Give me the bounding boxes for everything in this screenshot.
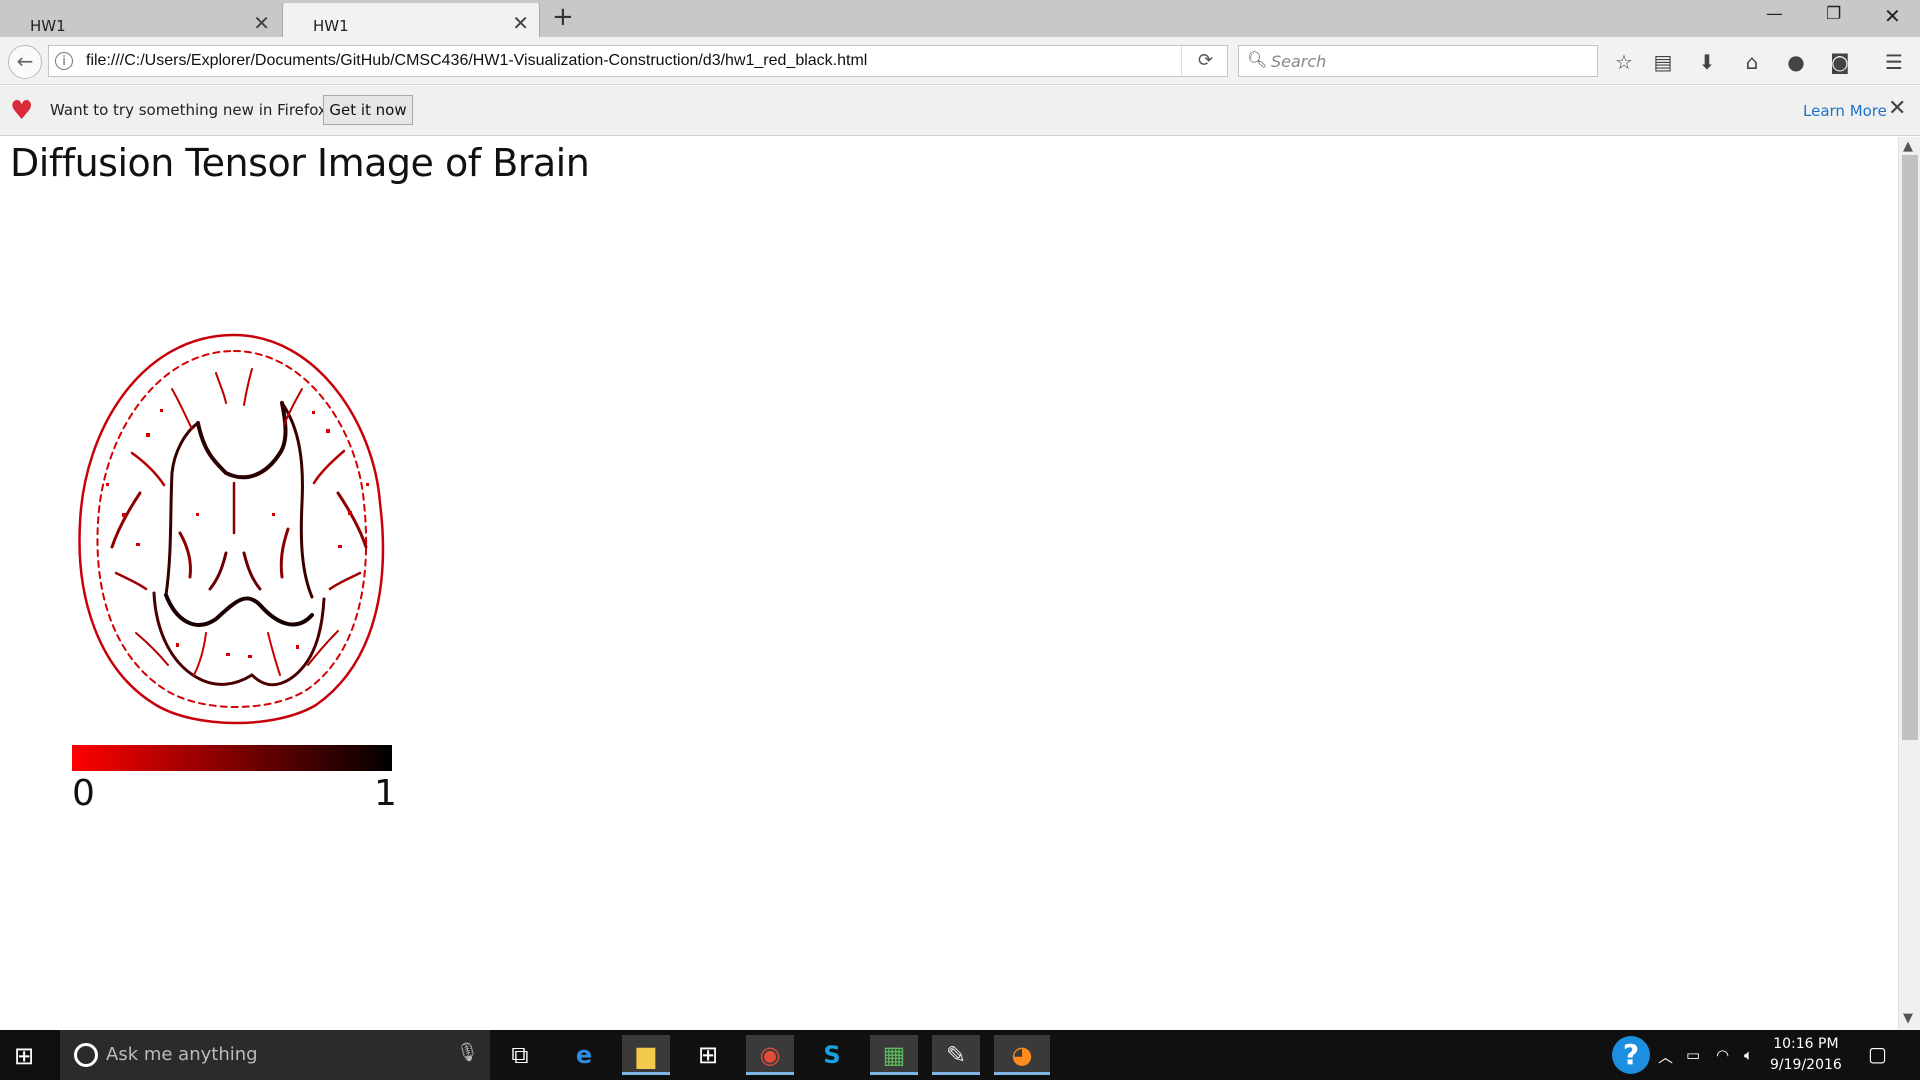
reading-list-icon[interactable]: ▤: [1650, 49, 1676, 75]
chrome-icon[interactable]: ◉: [746, 1035, 794, 1075]
tab-1-close-icon[interactable]: ✕: [253, 11, 270, 35]
menu-icon[interactable]: ☰: [1881, 49, 1907, 75]
info-icon[interactable]: i: [55, 52, 73, 70]
tab-2[interactable]: HW1 ✕: [282, 3, 540, 37]
clock-date: 9/19/2016: [1770, 1057, 1842, 1073]
edge-icon[interactable]: e: [560, 1035, 608, 1075]
cortana-search[interactable]: Ask me anything 🎙︎: [60, 1030, 490, 1080]
scroll-down-icon[interactable]: ▼: [1903, 1011, 1913, 1026]
vertical-scrollbar[interactable]: ▲ ▼: [1898, 137, 1920, 1030]
minimize-icon[interactable]: —: [1766, 4, 1783, 24]
firefox-icon[interactable]: ◕: [994, 1035, 1050, 1075]
notification-message: Want to try something new in Firefox?: [50, 101, 335, 119]
tab-2-label: HW1: [313, 17, 349, 35]
cortana-placeholder: Ask me anything: [106, 1044, 258, 1065]
brain-dti-image: [78, 333, 385, 725]
home-icon[interactable]: ⌂: [1739, 49, 1765, 75]
tab-strip: HW1 ✕ HW1 ✕ + — ❐ ✕: [0, 0, 1920, 37]
scroll-up-icon[interactable]: ▲: [1903, 139, 1913, 154]
legend-min-label: 0: [72, 773, 95, 814]
url-text[interactable]: file:///C:/Users/Explorer/Documents/GitH…: [86, 52, 867, 70]
clock-time: 10:16 PM: [1773, 1036, 1839, 1052]
search-placeholder: Search: [1271, 52, 1327, 71]
help-icon[interactable]: ?: [1612, 1036, 1650, 1074]
new-tab-icon[interactable]: +: [552, 2, 574, 32]
heart-icon: ♥: [10, 96, 34, 126]
file-explorer-icon[interactable]: ▆: [622, 1035, 670, 1075]
windows-start-icon[interactable]: ⊞: [14, 1042, 34, 1070]
bookmark-star-icon[interactable]: ☆: [1611, 49, 1637, 75]
learn-more-link[interactable]: Learn More: [1803, 102, 1887, 120]
reload-icon[interactable]: ⟳: [1181, 46, 1229, 76]
page-content: Diffusion Tensor Image of Brain 0 1: [0, 137, 1898, 1030]
spreadsheet-icon[interactable]: ▦: [870, 1035, 918, 1075]
wifi-icon[interactable]: ◠: [1716, 1046, 1729, 1064]
paint-icon[interactable]: ✎: [932, 1035, 980, 1075]
nav-bar: ← i file:///C:/Users/Explorer/Documents/…: [0, 37, 1920, 85]
window-close-icon[interactable]: ✕: [1884, 4, 1901, 28]
notification-close-icon[interactable]: ✕: [1888, 96, 1906, 121]
legend-max-label: 1: [374, 773, 397, 814]
tray-chevron-icon[interactable]: ︿: [1658, 1046, 1673, 1067]
downloads-icon[interactable]: ⬇: [1694, 49, 1720, 75]
scrollbar-thumb[interactable]: [1902, 155, 1918, 740]
skype-icon[interactable]: S: [808, 1035, 856, 1075]
chat-icon[interactable]: ●: [1783, 49, 1809, 75]
search-icon: 🔍︎: [1247, 50, 1268, 69]
notification-bar: ♥ Want to try something new in Firefox? …: [0, 86, 1920, 136]
battery-icon[interactable]: ▭: [1686, 1046, 1700, 1064]
tab-1-label: HW1: [30, 17, 66, 35]
store-icon[interactable]: ⊞: [684, 1035, 732, 1075]
brain-outline: [78, 333, 385, 725]
system-clock[interactable]: 10:16 PM 9/19/2016: [1770, 1034, 1842, 1076]
url-bar[interactable]: i file:///C:/Users/Explorer/Documents/Gi…: [48, 45, 1228, 77]
tab-1[interactable]: HW1 ✕: [0, 3, 280, 37]
pocket-icon[interactable]: ◙: [1827, 49, 1853, 75]
back-arrow-icon: ←: [16, 49, 34, 73]
cortana-icon: [74, 1043, 98, 1067]
tab-2-close-icon[interactable]: ✕: [512, 11, 529, 35]
task-view-icon[interactable]: ⧉: [496, 1035, 544, 1075]
restore-icon[interactable]: ❐: [1826, 4, 1841, 24]
back-button[interactable]: ←: [8, 45, 42, 79]
colorscale-legend-bar: [72, 745, 392, 771]
microphone-icon[interactable]: 🎙︎: [456, 1042, 479, 1063]
volume-icon[interactable]: 🔈︎: [1744, 1046, 1753, 1064]
taskbar: ⊞ Ask me anything 🎙︎ ⧉ e ▆ ⊞ ◉ S ▦ ✎ ◕ ?…: [0, 1030, 1920, 1080]
action-center-icon[interactable]: ▢: [1868, 1042, 1887, 1066]
search-input[interactable]: 🔍︎ Search: [1238, 45, 1598, 77]
get-it-now-button[interactable]: Get it now: [323, 95, 413, 125]
page-title: Diffusion Tensor Image of Brain: [10, 141, 590, 185]
